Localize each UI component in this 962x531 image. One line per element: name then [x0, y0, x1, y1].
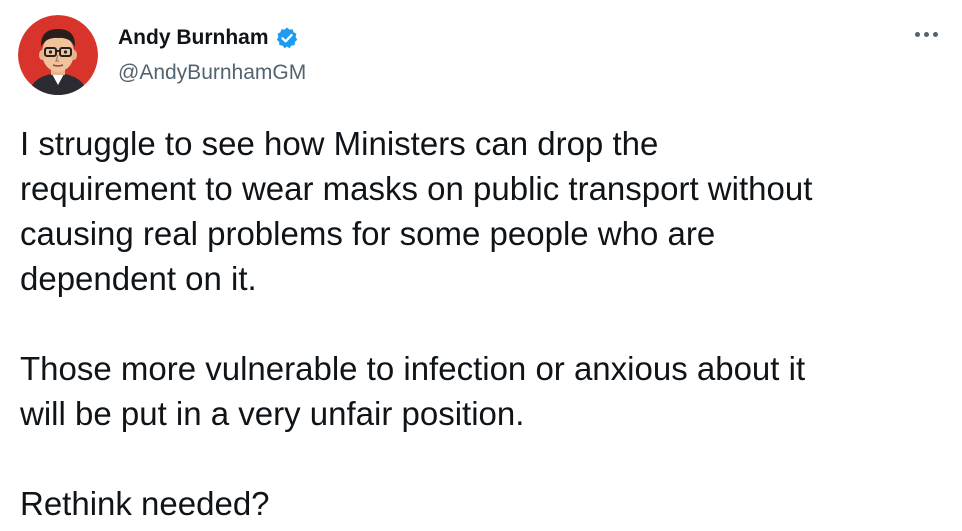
author-display-name[interactable]: Andy Burnham	[118, 26, 269, 50]
tweet-paragraph: Rethink needed?	[20, 485, 270, 522]
tweet-paragraph: Those more vulnerable to infection or an…	[20, 350, 806, 432]
tweet-paragraph: I struggle to see how Ministers can drop…	[20, 125, 813, 297]
author-handle[interactable]: @AndyBurnhamGM	[118, 61, 306, 85]
more-options-icon[interactable]	[906, 22, 946, 46]
author-name-row: Andy Burnham	[118, 26, 299, 50]
avatar[interactable]	[18, 15, 98, 95]
more-dot	[923, 31, 929, 37]
tweet-card: Andy Burnham @AndyBurnhamGM I struggle t…	[0, 0, 962, 531]
cartoon-portrait-avatar-icon	[18, 15, 98, 95]
more-dot	[932, 31, 938, 37]
verified-badge-icon	[275, 26, 299, 50]
more-dot	[914, 31, 920, 37]
tweet-text: I struggle to see how Ministers can drop…	[20, 121, 950, 526]
